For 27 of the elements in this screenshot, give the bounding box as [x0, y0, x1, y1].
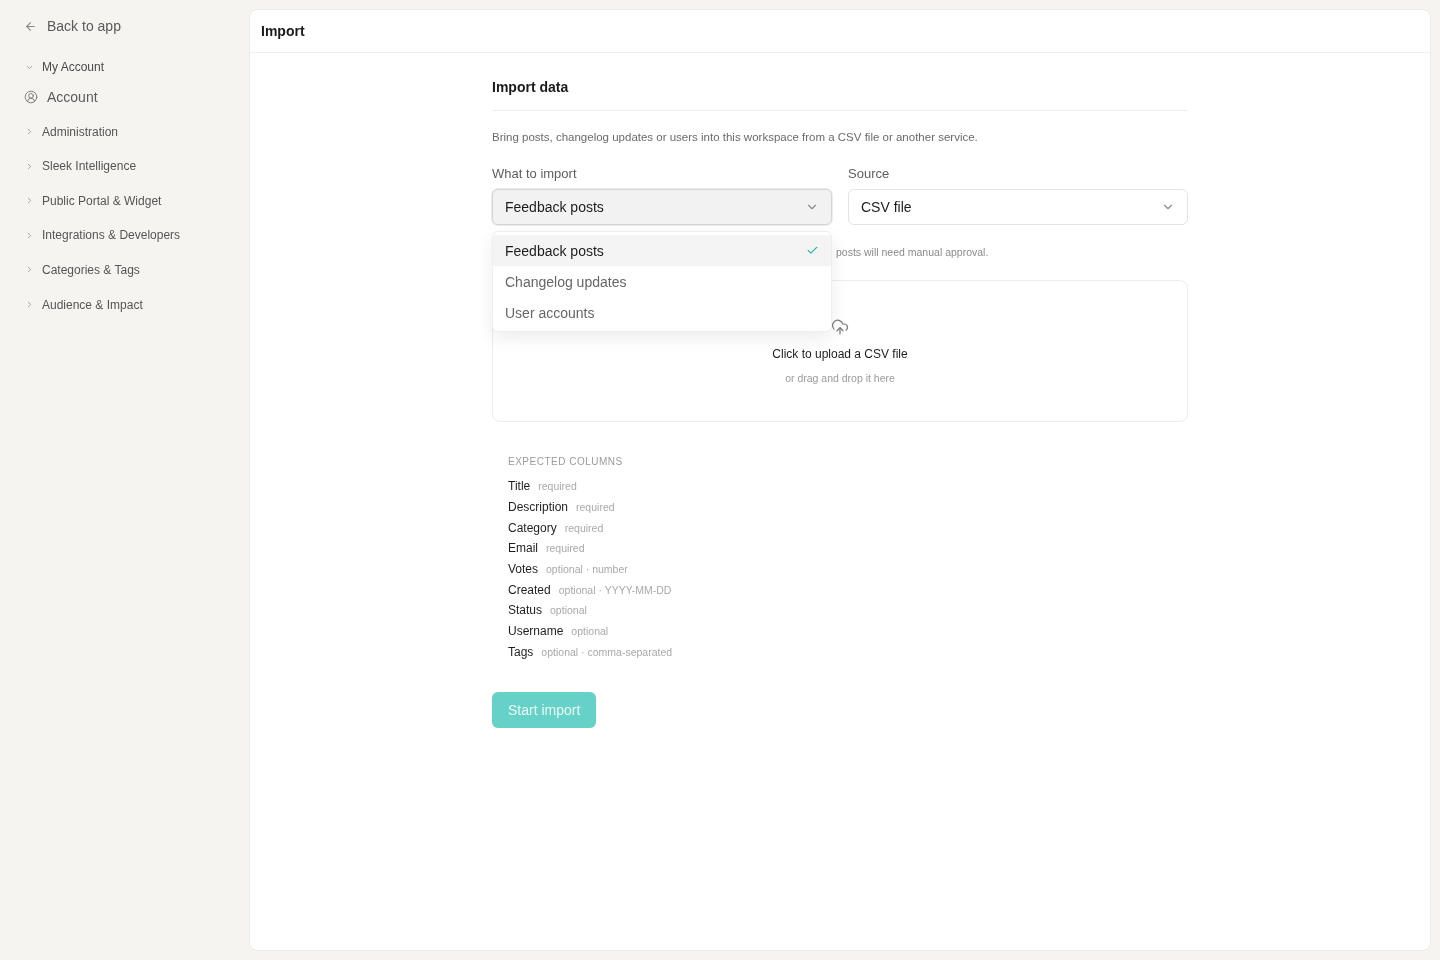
- column-name: Tags: [508, 644, 534, 659]
- upload-title: Click to upload a CSV file: [772, 346, 908, 362]
- column-name: Email: [508, 541, 538, 556]
- column-name: Username: [508, 624, 564, 639]
- column-name: Title: [508, 479, 531, 494]
- column-note: required: [538, 480, 577, 493]
- column-name: Description: [508, 500, 569, 515]
- column-note: required: [546, 542, 585, 555]
- column-note: optional · number: [546, 563, 628, 576]
- upload-subtitle: or drag and drop it here: [785, 371, 895, 385]
- column-note: required: [564, 521, 604, 534]
- hint-text: posts will need manual approval.: [836, 245, 989, 259]
- column-name: Created: [508, 582, 551, 597]
- field-label: What to import: [492, 166, 577, 182]
- column-note: optional · comma-separated: [541, 645, 673, 658]
- column-note: optional: [571, 625, 609, 638]
- page-title: Import: [261, 23, 305, 39]
- field-label: Source: [848, 166, 890, 182]
- column-note: optional: [550, 604, 587, 617]
- column-note: required: [576, 501, 615, 514]
- section-description: Bring posts, changelog updates or users into this workspace from a CSV file or another service.: [492, 130, 979, 145]
- section-heading: Import data: [492, 77, 1188, 111]
- column-note: optional · YYYY-MM-DD: [558, 583, 672, 596]
- column-name: Status: [508, 603, 543, 618]
- column-name: Votes: [508, 562, 539, 577]
- columns-heading: EXPECTED COLUMNS: [508, 455, 623, 469]
- column-name: Category: [508, 520, 557, 535]
